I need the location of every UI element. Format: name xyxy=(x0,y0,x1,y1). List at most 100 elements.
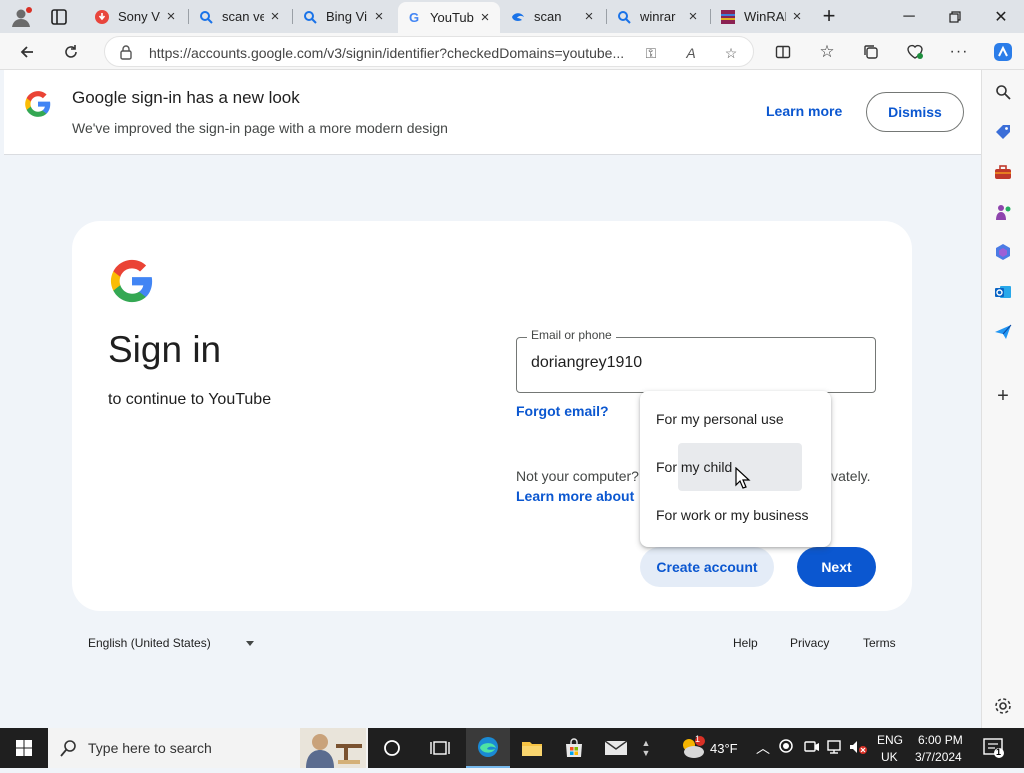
weather-icon[interactable] xyxy=(676,728,710,768)
browser-tab[interactable]: scan ve × xyxy=(190,4,290,29)
browser-tab-strip: Sony Ve × scan ve × Bing Vi × G YouTub ×… xyxy=(0,0,1024,33)
notifications-icon[interactable] xyxy=(983,738,1005,761)
task-view-icon[interactable] xyxy=(420,728,460,768)
page-subtitle: to continue to YouTube xyxy=(108,391,272,408)
create-account-button[interactable]: Create account xyxy=(640,547,774,587)
footer-privacy-link[interactable]: Privacy xyxy=(790,636,829,650)
close-tab-icon[interactable]: × xyxy=(372,8,386,25)
language-selector[interactable]: English (United States) xyxy=(88,636,211,650)
meet-now-icon[interactable] xyxy=(804,739,820,758)
banner-learn-more-link[interactable]: Learn more xyxy=(766,103,842,119)
more-options-icon[interactable]: ··· xyxy=(944,37,974,66)
weather-temperature[interactable]: 43°F xyxy=(710,741,738,756)
browser-tab[interactable]: scan × xyxy=(502,4,604,29)
close-window-button[interactable]: ✕ xyxy=(978,0,1024,33)
google-g-icon: G xyxy=(408,10,420,25)
network-icon[interactable] xyxy=(826,739,844,758)
menu-item-personal-use[interactable]: For my personal use xyxy=(640,395,831,443)
close-tab-icon[interactable]: × xyxy=(478,9,492,26)
copilot-icon[interactable] xyxy=(988,37,1018,66)
address-bar[interactable]: https://accounts.google.com/v3/signin/id… xyxy=(104,36,754,67)
lock-icon[interactable] xyxy=(119,44,133,65)
tab-label: Bing Vi xyxy=(326,9,367,24)
new-tab-icon[interactable]: + xyxy=(818,5,840,27)
key-icon[interactable]: ⚿ xyxy=(641,43,661,63)
volume-muted-icon[interactable] xyxy=(848,739,868,758)
send-icon[interactable] xyxy=(993,322,1013,342)
new-look-banner: Google sign-in has a new look We've impr… xyxy=(4,70,981,155)
shopping-tag-icon[interactable] xyxy=(993,122,1013,142)
clock-time[interactable]: 6:00 PM xyxy=(918,733,963,747)
search-icon[interactable] xyxy=(993,82,1013,102)
banner-title: Google sign-in has a new look xyxy=(72,88,300,107)
forgot-email-link[interactable]: Forgot email? xyxy=(516,403,609,419)
tab-label: winrar xyxy=(640,9,676,24)
tools-icon[interactable] xyxy=(993,162,1013,182)
dropdown-caret-icon[interactable] xyxy=(246,641,254,646)
read-aloud-icon[interactable]: A xyxy=(681,43,701,63)
close-tab-icon[interactable]: × xyxy=(582,8,596,25)
google-logo-icon xyxy=(109,258,155,309)
menu-item-label: For my personal use xyxy=(656,411,784,427)
close-tab-icon[interactable]: × xyxy=(790,8,804,25)
sidebar-settings-icon[interactable] xyxy=(993,696,1013,716)
hidden-icons-chevron-icon[interactable]: ︿ xyxy=(756,738,770,758)
bing-search-icon xyxy=(616,9,632,25)
browser-tab-active[interactable]: G YouTub × xyxy=(398,2,500,33)
page-title: Sign in xyxy=(108,329,222,370)
mail-icon[interactable] xyxy=(596,728,636,768)
tab-actions-icon[interactable] xyxy=(50,8,68,26)
file-explorer-icon[interactable] xyxy=(512,728,552,768)
microsoft-store-icon[interactable] xyxy=(554,728,594,768)
minimize-button[interactable]: ─ xyxy=(886,0,932,33)
next-button[interactable]: Next xyxy=(797,547,876,587)
restore-button[interactable] xyxy=(932,0,978,33)
outlook-icon[interactable] xyxy=(993,282,1013,302)
sony-music-icon xyxy=(94,9,110,25)
cortana-icon[interactable] xyxy=(372,728,412,768)
url-text[interactable]: https://accounts.google.com/v3/signin/id… xyxy=(149,45,629,61)
email-field[interactable]: Email or phone xyxy=(516,328,876,393)
edge-taskbar-icon[interactable] xyxy=(466,728,510,768)
close-tab-icon[interactable]: × xyxy=(686,8,700,25)
weather-badge: 1 xyxy=(695,734,701,744)
favorite-star-icon[interactable]: ☆ xyxy=(721,43,741,63)
address-toolbar: https://accounts.google.com/v3/signin/id… xyxy=(0,33,1024,70)
browser-tab[interactable]: winrar × xyxy=(608,4,708,29)
browser-tab[interactable]: WinRAR × xyxy=(712,4,812,29)
input-language-top[interactable]: ENG xyxy=(877,733,903,747)
menu-item-work-business[interactable]: For work or my business xyxy=(640,491,831,539)
collections-icon[interactable] xyxy=(856,37,886,66)
browser-essentials-icon[interactable] xyxy=(900,37,930,66)
microsoft-365-icon[interactable] xyxy=(993,242,1013,262)
taskbar-search-placeholder: Type here to search xyxy=(88,740,212,756)
taskbar-search-box[interactable]: Type here to search xyxy=(48,728,368,768)
email-input[interactable] xyxy=(531,354,851,372)
tab-label: Sony Ve xyxy=(118,9,160,24)
browser-tab[interactable]: Sony Ve × xyxy=(86,4,186,29)
menu-item-label: For my child xyxy=(656,459,733,475)
refresh-button[interactable] xyxy=(56,37,86,66)
footer-terms-link[interactable]: Terms xyxy=(863,636,896,650)
browser-tab[interactable]: Bing Vi × xyxy=(294,4,394,29)
signin-page: Google sign-in has a new look We've impr… xyxy=(4,70,981,728)
close-tab-icon[interactable]: × xyxy=(268,8,282,25)
footer-help-link[interactable]: Help xyxy=(733,636,758,650)
google-logo-icon xyxy=(24,90,52,123)
split-screen-icon[interactable] xyxy=(768,37,798,66)
input-language-bottom[interactable]: UK xyxy=(881,750,898,764)
guest-mode-learn-more-link[interactable]: Learn more about xyxy=(516,488,634,504)
profile-avatar-icon[interactable] xyxy=(10,6,32,28)
mouse-cursor-icon xyxy=(735,466,751,494)
record-icon[interactable] xyxy=(778,738,794,757)
windows-start-icon[interactable] xyxy=(0,728,48,768)
taskbar-scroll-icon[interactable]: ▲ ▼ xyxy=(638,728,654,768)
add-sidebar-app-icon[interactable]: + xyxy=(993,385,1013,407)
banner-dismiss-button[interactable]: Dismiss xyxy=(866,92,964,132)
search-highlight-illustration-icon xyxy=(300,728,366,768)
close-tab-icon[interactable]: × xyxy=(164,8,178,25)
favorites-icon[interactable]: ☆ xyxy=(812,37,842,66)
games-icon[interactable] xyxy=(993,202,1013,222)
clock-date[interactable]: 3/7/2024 xyxy=(915,750,962,764)
back-button[interactable] xyxy=(12,37,42,66)
